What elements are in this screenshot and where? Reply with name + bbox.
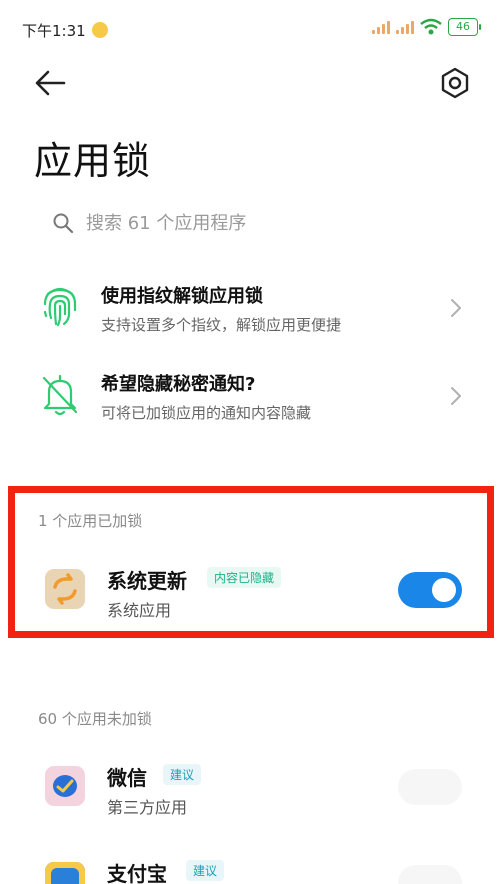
unlocked-app-row-alipay[interactable]: 支付宝 建议 bbox=[0, 848, 500, 884]
status-bar: 下午1:31 46 bbox=[0, 0, 500, 60]
app-lock-toggle[interactable] bbox=[398, 865, 462, 884]
search-icon bbox=[53, 213, 74, 234]
signal-icon bbox=[372, 20, 390, 34]
bell-off-icon bbox=[42, 374, 78, 416]
page-title: 应用锁 bbox=[34, 139, 152, 183]
suggested-badge: 建议 bbox=[163, 764, 202, 785]
status-icons: 46 bbox=[372, 18, 481, 36]
suggested-badge: 建议 bbox=[186, 860, 225, 881]
app-type: 第三方应用 bbox=[107, 798, 188, 817]
back-arrow-icon[interactable] bbox=[32, 68, 68, 98]
hide-notification-setting-title: 希望隐藏秘密通知? bbox=[101, 374, 256, 395]
unlocked-apps-header: 60 个应用未加锁 bbox=[38, 710, 152, 728]
settings-gear-icon[interactable] bbox=[438, 66, 472, 100]
content-hidden-badge: 内容已隐藏 bbox=[207, 567, 282, 588]
signal-icon-2 bbox=[396, 20, 414, 34]
app-lock-toggle[interactable] bbox=[398, 769, 462, 805]
chevron-right-icon bbox=[451, 387, 461, 405]
system-update-app-icon bbox=[45, 569, 85, 609]
search-input[interactable] bbox=[86, 212, 446, 234]
top-bar bbox=[0, 60, 500, 110]
app-lock-toggle[interactable] bbox=[398, 572, 462, 608]
locked-app-row-system-update[interactable]: 系统更新 内容已隐藏 系统应用 bbox=[0, 555, 500, 625]
wechat-app-icon bbox=[45, 766, 85, 806]
fingerprint-setting-subtitle: 支持设置多个指纹，解锁应用更便捷 bbox=[101, 316, 342, 334]
app-type: 系统应用 bbox=[107, 601, 172, 620]
toggle-knob bbox=[432, 578, 456, 602]
locked-apps-header: 1 个应用已加锁 bbox=[38, 512, 143, 530]
wifi-icon bbox=[420, 18, 442, 35]
fingerprint-setting-title: 使用指纹解锁应用锁 bbox=[101, 286, 263, 307]
app-name: 支付宝 bbox=[107, 862, 167, 884]
search-bar[interactable] bbox=[34, 200, 464, 246]
hide-notification-setting-subtitle: 可将已加锁应用的通知内容隐藏 bbox=[101, 404, 312, 422]
fingerprint-setting-row[interactable]: 使用指纹解锁应用锁 支持设置多个指纹，解锁应用更便捷 bbox=[0, 272, 500, 352]
hide-notification-setting-row[interactable]: 希望隐藏秘密通知? 可将已加锁应用的通知内容隐藏 bbox=[0, 360, 500, 440]
status-time: 下午1:31 bbox=[22, 22, 86, 40]
battery-icon: 46 bbox=[448, 18, 481, 36]
chevron-right-icon bbox=[451, 299, 461, 317]
app-name: 系统更新 bbox=[107, 569, 187, 593]
fingerprint-icon bbox=[43, 287, 77, 327]
alipay-app-icon bbox=[45, 862, 85, 884]
alarm-icon bbox=[92, 22, 108, 38]
unlocked-app-row-wechat[interactable]: 微信 建议 第三方应用 bbox=[0, 752, 500, 822]
app-name: 微信 bbox=[107, 766, 147, 790]
